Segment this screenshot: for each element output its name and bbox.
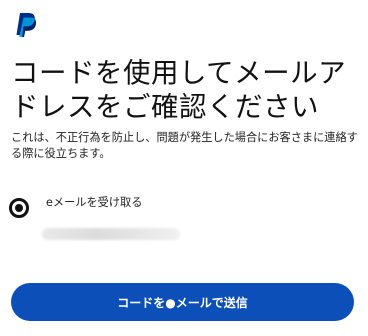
email-option-label: eメールを受け取る bbox=[46, 196, 143, 209]
paypal-logo-icon bbox=[15, 12, 37, 38]
send-code-button[interactable]: コードを●メールで送信 bbox=[11, 283, 354, 321]
radio-selected-dot bbox=[15, 204, 23, 212]
email-option[interactable]: eメールを受け取る bbox=[9, 196, 142, 220]
radio-button[interactable] bbox=[9, 198, 29, 218]
page-description: これは、不正行為を防止し、問題が発生した場合にお客さまに連絡する際に役立ちます。 bbox=[11, 131, 358, 160]
masked-email-address bbox=[42, 228, 180, 240]
verify-email-page: コードを使用してメールアドレスをご確認ください これは、不正行為を防止し、問題が… bbox=[0, 0, 368, 336]
page-title: コードを使用してメールアドレスをご確認ください bbox=[11, 57, 347, 123]
